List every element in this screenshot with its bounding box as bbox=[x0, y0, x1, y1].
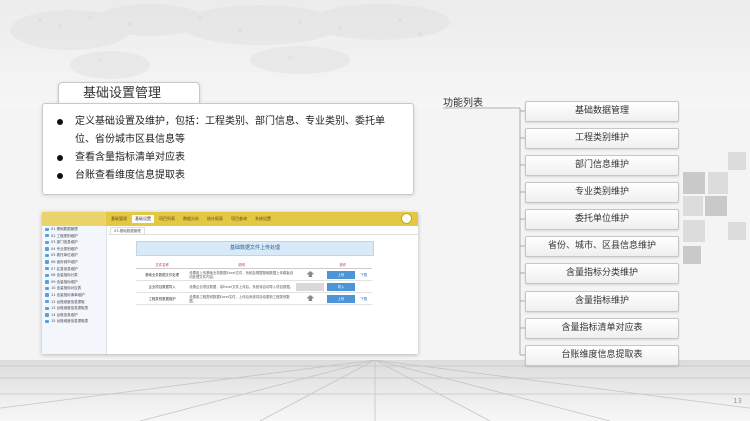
sidebar-item[interactable]: 06 省份城市维护 bbox=[42, 259, 106, 266]
sidebar-item[interactable]: 08 含量指标分类 bbox=[42, 272, 106, 279]
app-logo-area bbox=[42, 212, 106, 226]
column-header: 说明 bbox=[188, 260, 295, 269]
page-number: 13 bbox=[733, 397, 742, 405]
tab-basic-data[interactable]: 03-基础数据管理 bbox=[110, 227, 145, 234]
blank-field[interactable] bbox=[295, 282, 324, 291]
menu-item-active[interactable]: 基础设置 bbox=[132, 215, 154, 223]
sidebar-item[interactable]: 14 台账信息维护 bbox=[42, 312, 106, 319]
upload-icon[interactable] bbox=[306, 295, 315, 301]
action-cell: 上传 bbox=[326, 268, 360, 281]
function-item-indicator-category[interactable]: 含量指标分类维护 bbox=[525, 263, 679, 284]
table-row: 基础业务数据文件处理 设置各上传基础业务数据Excel文件，系统会根据基础数据上… bbox=[136, 268, 372, 281]
table-row: 企业项目数据导入 设置企业项目数据，将Excel文件上传后，系统将自动导入项目数… bbox=[136, 280, 372, 293]
sidebar-item[interactable]: 13 台账维度信息提取表 bbox=[42, 305, 106, 312]
sidebar-item[interactable]: 02 工程类别维护 bbox=[42, 233, 106, 240]
menu-item[interactable]: 项目列表 bbox=[156, 215, 178, 223]
user-avatar-icon[interactable] bbox=[401, 213, 412, 224]
download-link[interactable]: 下载 bbox=[359, 292, 372, 305]
app-tab-bar: 03-基础数据管理 bbox=[108, 227, 418, 235]
upload-cell bbox=[294, 292, 327, 305]
function-item-basic-data[interactable]: 基础数据管理 bbox=[525, 101, 679, 122]
action-cell: 导入 bbox=[326, 280, 360, 293]
sidebar-item[interactable]: 09 含量指标维护 bbox=[42, 279, 106, 286]
row-name: 工程类别数据维护 bbox=[136, 292, 189, 305]
function-item-indicator-mapping[interactable]: 含量指标清单对应表 bbox=[525, 318, 679, 339]
sidebar-item[interactable]: 10 含量指标对应表 bbox=[42, 285, 106, 292]
menu-item[interactable]: 项目查询 bbox=[228, 215, 250, 223]
function-item-project-category[interactable]: 工程类别维护 bbox=[525, 128, 679, 149]
app-screenshot: 基础管理 基础设置 项目列表 数据分析 统计报表 项目查询 系统设置 01 基础… bbox=[42, 212, 418, 354]
panel-title: 基础数据文件上传处理 bbox=[136, 241, 374, 256]
sidebar-item[interactable]: 07 区县信息维护 bbox=[42, 266, 106, 273]
action-cell: 上传 bbox=[326, 292, 360, 305]
table-row: 工程类别数据维护 设置各工程类别数据Excel文件，上传后系统将自动更新工程类别… bbox=[136, 292, 372, 305]
import-button[interactable]: 导入 bbox=[327, 282, 356, 291]
upload-cell bbox=[294, 268, 327, 281]
menu-item[interactable]: 统计报表 bbox=[204, 215, 226, 223]
menu-item[interactable]: 基础管理 bbox=[108, 215, 130, 223]
upload-table: 文件名称 说明 操作 基础业务数据文件处理 设置各上传基础业务数据Excel文件… bbox=[136, 260, 372, 305]
sidebar-item[interactable]: 12 台账维度信息提取 bbox=[42, 299, 106, 306]
download-link[interactable] bbox=[359, 280, 372, 293]
menu-item[interactable]: 数据分析 bbox=[180, 215, 202, 223]
menu-item[interactable]: 系统设置 bbox=[252, 215, 274, 223]
function-item-client-unit[interactable]: 委托单位维护 bbox=[525, 209, 679, 230]
row-name: 基础业务数据文件处理 bbox=[136, 268, 189, 281]
function-item-ledger-dimension[interactable]: 台账维度信息提取表 bbox=[525, 345, 679, 366]
row-desc: 设置各工程类别数据Excel文件，上传后系统将自动更新工程类别数据。 bbox=[188, 292, 295, 305]
function-item-indicator[interactable]: 含量指标维护 bbox=[525, 291, 679, 312]
row-name: 企业项目数据导入 bbox=[136, 280, 189, 293]
sidebar-item[interactable]: 04 专业类别维护 bbox=[42, 246, 106, 253]
sidebar-item[interactable]: 03 部门信息维护 bbox=[42, 239, 106, 246]
column-header: 操作 bbox=[326, 260, 360, 269]
sidebar-item[interactable]: 05 委托单位维护 bbox=[42, 252, 106, 259]
upload-icon[interactable] bbox=[306, 271, 315, 277]
download-link[interactable]: 下载 bbox=[359, 268, 372, 281]
row-desc: 设置各上传基础业务数据Excel文件，系统会根据基础数据上传模板自动处理文件内容… bbox=[188, 268, 295, 281]
sidebar-item[interactable]: 11 含量指标清单维护 bbox=[42, 292, 106, 299]
sidebar-item[interactable]: 01 基础数据管理 bbox=[42, 226, 106, 233]
function-item-region[interactable]: 省份、城市、区县信息维护 bbox=[525, 236, 679, 257]
column-header-spacer bbox=[294, 260, 327, 269]
upload-button[interactable]: 上传 bbox=[327, 270, 356, 279]
column-header-spacer bbox=[359, 260, 372, 269]
app-top-menu: 基础管理 基础设置 项目列表 数据分析 统计报表 项目查询 系统设置 bbox=[108, 215, 274, 223]
row-desc: 设置企业项目数据，将Excel文件上传后，系统将自动导入项目数据。 bbox=[188, 280, 295, 293]
app-sidebar: 01 基础数据管理 02 工程类别维护 03 部门信息维护 04 专业类别维护 … bbox=[42, 226, 107, 354]
upload-cell bbox=[294, 280, 327, 293]
upload-button[interactable]: 上传 bbox=[327, 294, 356, 303]
sidebar-item[interactable]: 15 台账维度信息提取表 bbox=[42, 318, 106, 325]
column-header: 文件名称 bbox=[136, 260, 189, 269]
function-item-department[interactable]: 部门信息维护 bbox=[525, 155, 679, 176]
function-item-specialty[interactable]: 专业类别维护 bbox=[525, 182, 679, 203]
